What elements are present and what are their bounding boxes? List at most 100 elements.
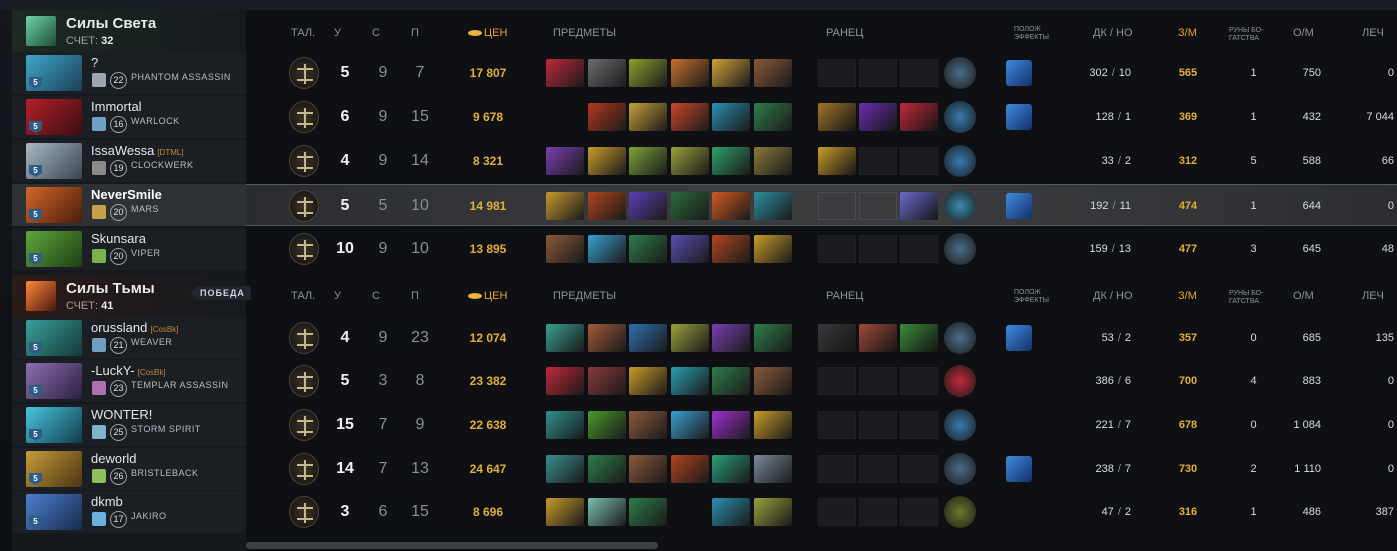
talent-tree-icon[interactable] (289, 101, 319, 133)
player-card[interactable]: 5 deworld 26 BRISTLEBACK (12, 448, 246, 490)
backpack-slot[interactable] (900, 59, 938, 87)
backpack-item-icon[interactable] (818, 103, 856, 131)
player-card[interactable]: 5 orussland [CosBk] 21 WEAVER (12, 317, 246, 359)
inventory-item-icon[interactable] (587, 498, 626, 526)
inventory-item-icon[interactable] (712, 324, 750, 352)
inventory-item-icon[interactable] (629, 411, 667, 439)
backpack-slot[interactable] (900, 411, 938, 439)
talent-tree-icon[interactable] (289, 409, 319, 441)
inventory-item-icon[interactable] (670, 324, 709, 352)
backpack-slot[interactable] (859, 367, 897, 395)
inventory-item-icon[interactable] (629, 235, 667, 263)
backpack-slot[interactable] (900, 147, 938, 175)
inventory-item-icon[interactable] (670, 59, 709, 87)
inventory-item-icon[interactable] (712, 103, 750, 131)
inventory-item-icon[interactable] (712, 147, 750, 175)
backpack-slot[interactable] (818, 235, 856, 263)
horizontal-scrollbar[interactable] (246, 542, 658, 549)
player-card[interactable]: 5 IssaWessa [DTML] 19 CLOCKWERK (12, 140, 246, 182)
inventory-item-icon[interactable] (670, 147, 709, 175)
backpack-slot[interactable] (859, 498, 897, 526)
backpack-item-icon[interactable] (818, 324, 856, 352)
backpack-item-icon[interactable] (859, 324, 897, 352)
backpack-slot[interactable] (900, 367, 938, 395)
inventory-item-icon[interactable] (546, 192, 584, 220)
inventory-item-icon[interactable] (546, 147, 584, 175)
inventory-item-icon[interactable] (712, 59, 750, 87)
player-card[interactable]: 5 Immortal 16 WARLOCK (12, 96, 246, 138)
inventory-item-icon[interactable] (546, 324, 584, 352)
inventory-item-icon[interactable] (712, 411, 750, 439)
player-name[interactable]: ? (91, 55, 98, 70)
backpack-item-icon[interactable] (859, 103, 897, 131)
backpack-slot[interactable] (818, 455, 856, 483)
inventory-item-icon[interactable] (587, 103, 626, 131)
player-name[interactable]: Skunsara (91, 231, 146, 246)
talent-tree-icon[interactable] (289, 145, 319, 177)
neutral-item-icon[interactable] (944, 409, 976, 441)
player-name[interactable]: dkmb (91, 494, 123, 509)
inventory-item-icon[interactable] (546, 498, 584, 526)
backpack-slot[interactable] (859, 455, 897, 483)
backpack-slot[interactable] (859, 59, 897, 87)
inventory-item-icon[interactable] (753, 59, 792, 87)
backpack-slot[interactable] (859, 235, 897, 263)
inventory-item-icon[interactable] (629, 498, 667, 526)
player-name[interactable]: orussland [CosBk] (91, 320, 178, 335)
backpack-slot[interactable] (818, 498, 856, 526)
inventory-item-icon[interactable] (587, 235, 626, 263)
inventory-item-icon[interactable] (670, 367, 709, 395)
inventory-item-icon[interactable] (670, 103, 709, 131)
backpack-item-icon[interactable] (900, 324, 938, 352)
inventory-item-icon[interactable] (587, 367, 626, 395)
inventory-item-icon[interactable] (670, 235, 709, 263)
inventory-item-icon[interactable] (753, 367, 792, 395)
neutral-item-icon[interactable] (944, 101, 976, 133)
player-card[interactable]: 5 Skunsara 20 VIPER (12, 228, 246, 270)
player-card[interactable]: 5 WONTER! 25 STORM SPIRIT (12, 404, 246, 446)
player-name[interactable]: IssaWessa [DTML] (91, 143, 184, 158)
inventory-item-icon[interactable] (753, 455, 792, 483)
backpack-slot[interactable] (818, 59, 856, 87)
inventory-item-icon[interactable] (629, 59, 667, 87)
inventory-item-icon[interactable] (712, 235, 750, 263)
inventory-item-icon[interactable] (753, 147, 792, 175)
inventory-item-icon[interactable] (753, 411, 792, 439)
inventory-item-icon[interactable] (753, 498, 792, 526)
talent-tree-icon[interactable] (289, 322, 319, 354)
inventory-item-icon[interactable] (546, 235, 584, 263)
backpack-slot[interactable] (859, 147, 897, 175)
player-card[interactable]: 5? 22 PHANTOM ASSASSIN (12, 52, 246, 94)
talent-tree-icon[interactable] (289, 496, 319, 528)
inventory-item-icon[interactable] (670, 455, 709, 483)
inventory-item-icon[interactable] (712, 498, 750, 526)
neutral-item-icon[interactable] (944, 453, 976, 485)
inventory-item-icon[interactable] (587, 324, 626, 352)
talent-tree-icon[interactable] (289, 453, 319, 485)
neutral-item-icon[interactable] (944, 496, 976, 528)
backpack-item-icon[interactable] (818, 147, 856, 175)
backpack-slot[interactable] (859, 411, 897, 439)
backpack-slot[interactable] (818, 411, 856, 439)
inventory-item-icon[interactable] (712, 455, 750, 483)
inventory-item-icon[interactable] (587, 59, 626, 87)
neutral-item-icon[interactable] (944, 145, 976, 177)
inventory-item-icon[interactable] (587, 455, 626, 483)
neutral-item-icon[interactable] (944, 233, 976, 265)
backpack-slot[interactable] (900, 455, 938, 483)
player-card[interactable]: 5 NeverSmile 20 MARS (12, 184, 246, 226)
talent-tree-icon[interactable] (289, 57, 319, 89)
inventory-item-icon[interactable] (753, 324, 792, 352)
inventory-item-icon[interactable] (629, 367, 667, 395)
inventory-item-icon[interactable] (546, 367, 584, 395)
backpack-slot[interactable] (859, 192, 897, 220)
talent-tree-icon[interactable] (289, 190, 319, 222)
inventory-item-icon[interactable] (629, 324, 667, 352)
inventory-item-icon[interactable] (753, 192, 792, 220)
inventory-item-icon[interactable] (587, 147, 626, 175)
inventory-item-icon[interactable] (629, 192, 667, 220)
backpack-slot[interactable] (900, 235, 938, 263)
inventory-item-icon[interactable] (587, 411, 626, 439)
player-name[interactable]: WONTER! (91, 407, 152, 422)
player-card[interactable]: 5 dkmb 17 JAKIRO (12, 491, 246, 533)
